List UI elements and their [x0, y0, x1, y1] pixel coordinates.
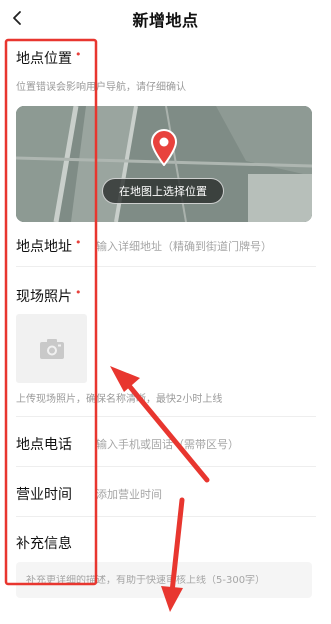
divider [16, 266, 316, 267]
hours-label: 营业时间 [16, 487, 72, 503]
chevron-left-icon[interactable] [11, 10, 23, 26]
required-mark: • [75, 286, 82, 299]
choose-on-map-button[interactable]: 在地图上选择位置 [102, 178, 224, 204]
phone-row: 地点电话 [16, 434, 316, 454]
location-pin-icon [150, 129, 178, 166]
extra-label: 补充信息 [16, 536, 72, 552]
extra-info-input[interactable] [26, 574, 306, 586]
back-button[interactable] [6, 6, 28, 30]
header: 新增地点 [0, 0, 331, 38]
photo-upload-button[interactable] [16, 314, 87, 383]
annotation-arrow [110, 366, 210, 483]
annotation-overlay [4, 38, 210, 612]
page-title: 新增地点 [132, 11, 199, 30]
extra-info-field[interactable] [16, 562, 312, 598]
location-hint: 位置错误会影响用户导航，请仔细确认 [16, 82, 186, 93]
required-mark: • [75, 236, 82, 249]
address-label: 地点地址 • [16, 236, 82, 255]
location-label-row: 地点位置 • [16, 48, 82, 68]
required-mark: • [75, 48, 82, 61]
hours-input[interactable] [96, 487, 316, 501]
camera-icon [39, 338, 64, 359]
phone-input[interactable] [96, 437, 316, 451]
address-input[interactable] [96, 239, 316, 253]
hours-row[interactable]: 营业时间 [16, 484, 316, 504]
extra-label-row: 补充信息 [16, 533, 72, 553]
photo-label: 现场照片 [16, 289, 72, 305]
divider [16, 466, 316, 467]
photo-hint: 上传现场照片，确保名称清晰，最快2小时上线 [16, 394, 223, 405]
divider [16, 416, 316, 417]
phone-label: 地点电话 [16, 437, 72, 453]
location-label: 地点位置 [16, 51, 72, 67]
address-row: 地点地址 • [16, 236, 316, 256]
photo-label-row: 现场照片 • [16, 286, 82, 306]
divider [16, 516, 316, 517]
